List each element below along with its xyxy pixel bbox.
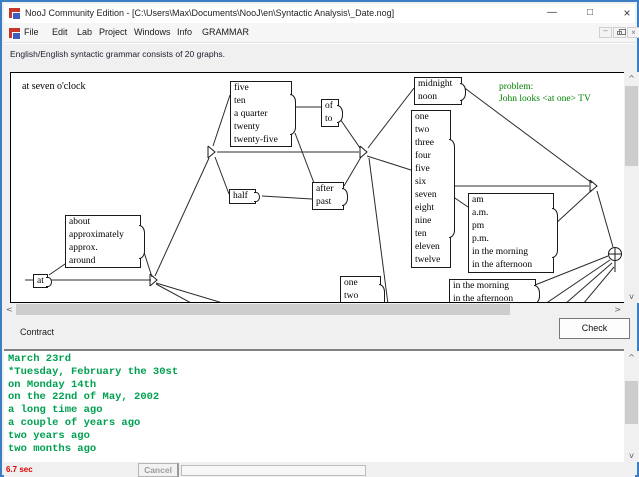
problem-annotation: problem: John looks <at one> TV: [499, 81, 591, 105]
graph-node-after-past[interactable]: after past: [312, 182, 344, 210]
info-bar: English/English syntactic grammar consis…: [4, 43, 635, 64]
menu-project[interactable]: Project: [99, 27, 127, 37]
graph-node-hours[interactable]: one two three four five six seven eight …: [411, 110, 451, 268]
grammar-status-text: English/English syntactic grammar consis…: [10, 49, 225, 59]
window-title: NooJ Community Edition - [C:\Users\Max\D…: [25, 8, 394, 18]
menu-info[interactable]: Info: [177, 27, 192, 37]
app-icon: [9, 8, 20, 18]
graph-node-about[interactable]: about approximately approx. around: [65, 215, 141, 268]
debug-output-lines: March 23rd *Tuesday, February the 30st o…: [8, 353, 178, 455]
graph-node-ampm[interactable]: am a.m. pm p.m. in the morning in the af…: [468, 193, 554, 273]
graph-title: at seven o'clock: [22, 81, 85, 92]
output-vscroll-thumb[interactable]: [625, 381, 638, 424]
restore-icon: [617, 31, 622, 35]
scroll-down-icon[interactable]: v: [624, 451, 639, 460]
close-button[interactable]: ×: [620, 6, 634, 20]
grammar-graph-canvas[interactable]: at seven o'clock problem: John looks <at…: [10, 72, 626, 303]
graph-node-minutes[interactable]: five ten a quarter twenty twenty-five: [230, 81, 292, 147]
scroll-up-icon[interactable]: ^: [624, 353, 639, 362]
child-minimize-button[interactable]: –: [599, 27, 612, 38]
graph-hscroll-thumb[interactable]: [16, 304, 510, 315]
graph-horizontal-scrollbar[interactable]: < >: [4, 304, 624, 315]
child-restore-button[interactable]: [613, 27, 626, 38]
app-window: NooJ Community Edition - [C:\Users\Max\D…: [0, 0, 639, 477]
menu-bar: File Edit Lab Project Windows Info GRAMM…: [4, 23, 635, 43]
scroll-left-icon[interactable]: <: [6, 305, 13, 314]
graph-toolbar: Contract Check: [4, 315, 635, 349]
elapsed-time: 6.7 sec: [6, 465, 33, 474]
graph-node-of-to[interactable]: of to: [321, 99, 339, 127]
status-bar: 6.7 sec Cancel: [4, 462, 635, 477]
scroll-up-icon[interactable]: ^: [624, 74, 639, 83]
menu-edit[interactable]: Edit: [52, 27, 68, 37]
menu-lab[interactable]: Lab: [77, 27, 92, 37]
debug-output-area[interactable]: March 23rd *Tuesday, February the 30st o…: [4, 349, 624, 462]
scroll-right-icon[interactable]: >: [614, 305, 621, 314]
output-vertical-scrollbar[interactable]: ^ v: [624, 351, 639, 462]
child-close-button[interactable]: ×: [627, 27, 639, 38]
graph-node-one-two[interactable]: one two: [340, 276, 381, 303]
progress-field: [181, 465, 366, 476]
cancel-button[interactable]: Cancel: [138, 463, 179, 477]
graph-node-morning[interactable]: in the morning in the afternoon: [449, 279, 536, 303]
graph-vscroll-thumb[interactable]: [625, 86, 638, 166]
scroll-down-icon[interactable]: v: [624, 292, 639, 301]
minimize-button[interactable]: —: [545, 6, 559, 20]
menu-windows[interactable]: Windows: [134, 27, 171, 37]
maximize-button[interactable]: □: [583, 6, 597, 20]
title-bar: NooJ Community Edition - [C:\Users\Max\D…: [4, 4, 635, 23]
menu-grammar[interactable]: GRAMMAR: [202, 27, 249, 37]
document-icon: [9, 28, 20, 38]
graph-node-half[interactable]: half: [229, 189, 256, 204]
graph-node-midnight-noon[interactable]: midnight noon: [414, 77, 462, 105]
contract-label[interactable]: Contract: [20, 327, 54, 337]
graph-node-at[interactable]: at: [33, 274, 48, 288]
menu-file[interactable]: File: [24, 27, 39, 37]
check-button[interactable]: Check: [559, 318, 630, 339]
graph-vertical-scrollbar[interactable]: ^ v: [624, 72, 639, 303]
